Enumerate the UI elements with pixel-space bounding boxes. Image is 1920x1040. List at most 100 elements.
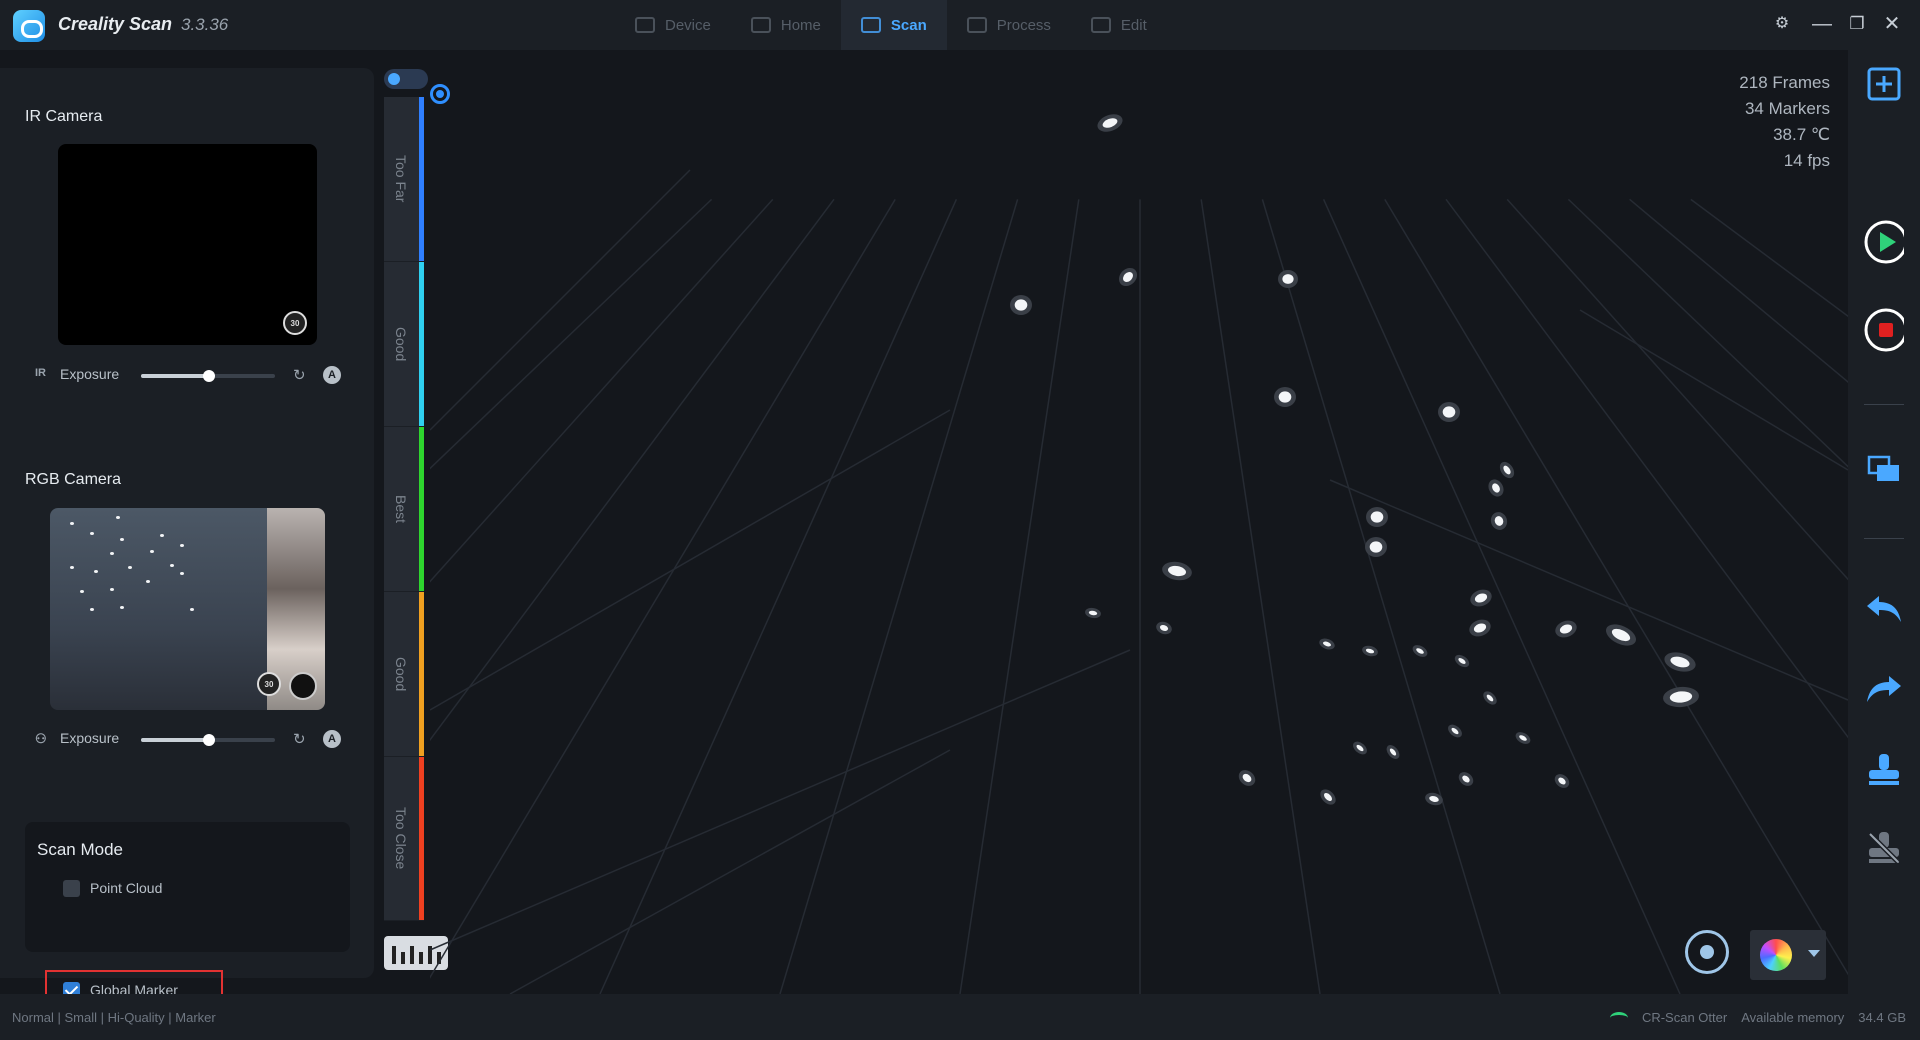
rgb-marker-dot xyxy=(90,608,94,611)
grid-line xyxy=(1567,198,1920,537)
segment-stripe xyxy=(419,592,424,756)
memory-label: Available memory xyxy=(1741,1010,1845,1025)
tab-scan[interactable]: Scan xyxy=(840,0,947,50)
app-title: Creality Scan xyxy=(58,14,173,34)
light-bulb-icon[interactable] xyxy=(289,672,317,700)
undo-button[interactable] xyxy=(1864,588,1904,628)
scan-marker xyxy=(1499,461,1515,479)
scan-marker xyxy=(1663,686,1699,708)
grid-line xyxy=(1579,309,1849,471)
frame-rate-badge[interactable]: 30 xyxy=(257,672,281,696)
new-scan-button[interactable] xyxy=(1864,64,1904,104)
minimize-icon[interactable]: — xyxy=(1810,12,1834,36)
slider-knob[interactable] xyxy=(203,734,216,746)
stamp-off-icon xyxy=(1868,832,1900,864)
scan-marker xyxy=(1278,270,1298,288)
grid-line xyxy=(59,198,774,995)
segment-text: Too Close xyxy=(393,807,409,870)
scan-marker xyxy=(1555,620,1577,638)
clear-stamp-button[interactable] xyxy=(1864,828,1904,868)
scan-viewport[interactable] xyxy=(0,50,1920,995)
ir-prefix: IR xyxy=(35,367,46,379)
scan-marker xyxy=(1362,645,1378,657)
distance-segment-too-close: Too Close xyxy=(384,757,424,921)
tab-edit[interactable]: Edit xyxy=(1071,0,1167,50)
process-icon xyxy=(966,17,987,33)
viewport-canvas xyxy=(0,114,1920,995)
rgb-marker-dot xyxy=(110,588,114,591)
fps-readout: 14 fps xyxy=(1783,151,1830,170)
ir-camera-preview: 30 xyxy=(58,144,317,345)
wifi-icon xyxy=(1609,1011,1628,1024)
frame-rate-badge[interactable]: 30 xyxy=(283,311,307,335)
segment-label: Too Far xyxy=(384,97,418,261)
rgb-marker-dot xyxy=(116,516,120,519)
tab-label: Device xyxy=(665,16,711,34)
segment-label: Good xyxy=(384,262,418,426)
grid-line xyxy=(509,749,951,995)
scan-marker xyxy=(1483,691,1497,705)
status-bar: Normal | Small | Hi-Quality | Marker CR-… xyxy=(0,994,1920,1040)
auto-exposure-icon[interactable]: A xyxy=(323,730,341,748)
slider-fill xyxy=(141,374,210,378)
scan-marker xyxy=(1412,645,1428,657)
markers-count: 34 Markers xyxy=(1744,99,1830,118)
rgb-marker-dot xyxy=(70,566,74,569)
tab-home[interactable]: Home xyxy=(731,0,841,50)
option-label: Point Cloud xyxy=(90,880,163,896)
start-scan-button[interactable] xyxy=(1864,220,1904,264)
tab-process[interactable]: Process xyxy=(947,0,1071,50)
scan-marker xyxy=(1238,770,1256,786)
grid-line xyxy=(1322,199,1681,995)
restore-icon[interactable]: ❐ xyxy=(1845,12,1869,36)
color-mode-button[interactable] xyxy=(1750,930,1826,980)
segment-stripe xyxy=(419,97,424,261)
rgb-exposure-row: ⚇ Exposure ↻ A xyxy=(35,728,345,750)
view-mode-button[interactable] xyxy=(1864,450,1904,490)
rgb-exposure-slider[interactable] xyxy=(141,734,275,746)
title-bar: Creality Scan 3.3.36 Device Home Scan Pr… xyxy=(0,0,1920,50)
undo-icon xyxy=(1867,596,1901,622)
slider-knob[interactable] xyxy=(203,370,216,382)
point-cloud-checkbox[interactable] xyxy=(63,879,80,897)
scan-mode-panel: Scan Mode Point Cloud Global Marker xyxy=(25,822,350,1012)
point-cloud-option[interactable]: Point Cloud xyxy=(63,878,162,898)
scan-marker xyxy=(1320,789,1336,805)
redo-button[interactable] xyxy=(1864,668,1904,708)
grid-line xyxy=(1629,198,1920,444)
toolbar-divider xyxy=(1864,404,1904,405)
tab-device[interactable]: Device xyxy=(615,0,731,50)
locate-crosshair-icon[interactable] xyxy=(1685,930,1729,974)
scan-marker xyxy=(1162,561,1192,581)
grid-line xyxy=(959,199,1080,995)
close-icon[interactable]: ✕ xyxy=(1880,12,1904,36)
segment-label: Too Close xyxy=(384,757,418,920)
rgb-marker-dot xyxy=(80,590,84,593)
grid-line xyxy=(599,199,958,995)
grid-line xyxy=(429,169,691,431)
scan-marker xyxy=(1438,402,1460,422)
stop-icon xyxy=(1864,308,1904,352)
rgb-marker-dot xyxy=(90,532,94,535)
reset-icon[interactable]: ↻ xyxy=(293,366,306,384)
auto-exposure-icon[interactable]: A xyxy=(323,366,341,384)
segment-label: Best xyxy=(384,427,418,591)
device-icon xyxy=(635,17,655,33)
settings-gear-icon[interactable]: ⚙ xyxy=(1770,12,1794,36)
edit-icon xyxy=(1090,17,1111,33)
scan-marker xyxy=(1010,295,1032,315)
stamp-button[interactable] xyxy=(1864,750,1904,790)
rgb-camera-title: RGB Camera xyxy=(25,471,122,488)
reset-icon[interactable]: ↻ xyxy=(293,730,306,748)
grid-line xyxy=(779,199,1019,995)
segment-text: Good xyxy=(393,326,409,362)
preview-toggle[interactable] xyxy=(384,69,428,89)
chevron-down-icon[interactable] xyxy=(1808,950,1820,957)
scan-marker xyxy=(1425,792,1443,806)
stop-scan-button[interactable] xyxy=(1864,308,1904,352)
scan-marker xyxy=(1353,741,1367,755)
segment-stripe xyxy=(419,427,424,591)
scan-marker xyxy=(1365,537,1387,557)
ir-exposure-slider[interactable] xyxy=(141,370,275,382)
device-status: CR-Scan Otter Available memory 34.4 GB xyxy=(1609,1010,1906,1025)
